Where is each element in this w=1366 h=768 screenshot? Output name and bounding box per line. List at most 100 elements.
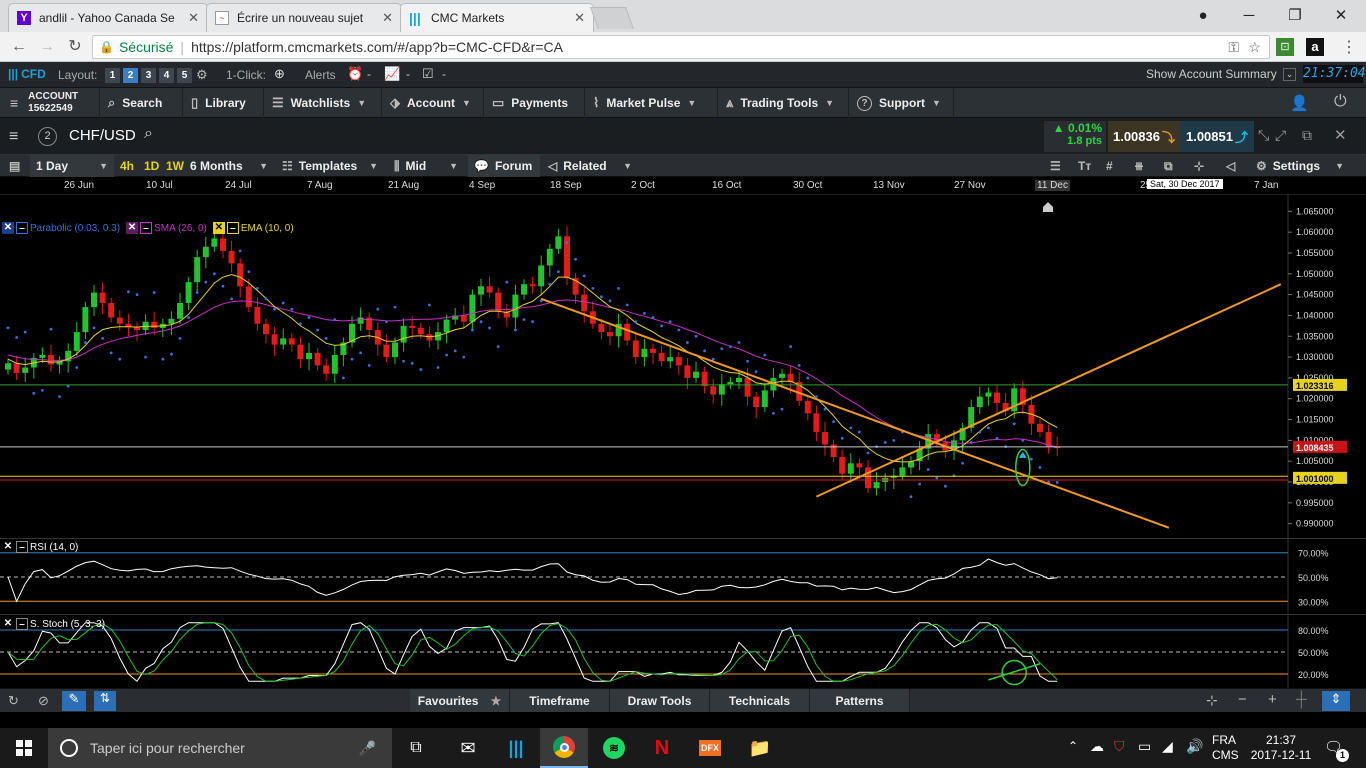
browser-tab-forum[interactable]: ~ Écrire un nouveau sujet ✕	[206, 3, 402, 32]
ema-toggle[interactable]: –	[226, 222, 239, 234]
gear-icon[interactable]: ⚙	[196, 67, 208, 83]
close-icon[interactable]: ✕	[1334, 126, 1347, 144]
sma-toggle[interactable]: –	[140, 222, 153, 234]
account-summary-toggle[interactable]: Show Account Summary ⌄	[1146, 64, 1297, 84]
minimize-button[interactable]: ─	[1226, 0, 1272, 30]
checkbox-dropdown[interactable]: -	[442, 67, 446, 81]
stochastic-chart-svg[interactable]: 80.00% 50.00% 20.00%	[0, 615, 1366, 689]
key-icon[interactable]: ⚿	[1228, 39, 1239, 56]
text-size-icon[interactable]: Tт	[1072, 155, 1097, 177]
windows-start-icon[interactable]	[0, 728, 48, 768]
remove-rsi-icon[interactable]: ✕	[2, 541, 14, 553]
price-chart-svg[interactable]: 1.065000 1.060000 1.055000 1.050000 1.045000…	[0, 195, 1366, 538]
zoom-in-icon[interactable]: +	[1268, 691, 1277, 708]
crosshair-grid-icon[interactable]: ⧻	[1128, 155, 1150, 177]
templates-select[interactable]: ☷ Templates ▼	[276, 155, 384, 177]
file-explorer-icon[interactable]: 📁	[736, 728, 784, 768]
stochastic-panel[interactable]: 80.00% 50.00% 20.00% ✕ – S. Stoch (5, 3, 3…	[0, 614, 1366, 689]
swap-icon[interactable]: ⇅	[94, 691, 116, 711]
layers-icon[interactable]: ⧉	[1158, 155, 1179, 177]
input-language[interactable]: FRA CMS	[1212, 733, 1239, 763]
chart-alert-dropdown[interactable]: -	[406, 67, 410, 81]
crosshair-icon[interactable]: ┼	[1296, 691, 1307, 708]
forward-button[interactable]: →	[36, 37, 58, 57]
link-icon[interactable]: ⤡	[1258, 127, 1269, 144]
sell-button[interactable]: 1.00836 ⤵	[1108, 121, 1180, 152]
microphone-icon[interactable]: 🎤	[359, 740, 376, 757]
menu-payments[interactable]: ▭ Payments	[484, 88, 585, 118]
price-chart-panel[interactable]: 1.065000 1.060000 1.055000 1.050000 1.045000…	[0, 195, 1366, 538]
browser-tab-yahoo[interactable]: Y andlil - Yahoo Canada Se ✕	[8, 3, 208, 32]
interval-4h[interactable]: 4h	[114, 155, 140, 177]
minimize-panel-icon[interactable]: ⤢	[1275, 127, 1286, 144]
period-select[interactable]: 1 Day ▼	[30, 155, 114, 177]
hamburger-icon[interactable]: ≡	[9, 128, 18, 146]
extension-icon[interactable]: ⊡	[1276, 38, 1294, 56]
chart-alert-icon[interactable]: 📈	[384, 66, 400, 82]
patterns-tab[interactable]: Patterns	[810, 689, 910, 713]
dfx-icon[interactable]: DFX	[686, 728, 734, 768]
rsi-toggle[interactable]: –	[16, 541, 28, 553]
mail-icon[interactable]: ✉	[444, 728, 492, 768]
crosshair-icon[interactable]: ⊹	[1188, 155, 1210, 177]
network-icon[interactable]: ◢	[1162, 738, 1173, 755]
browser-tab-cmc[interactable]: ||| CMC Markets ✕	[400, 3, 594, 32]
pencil-icon[interactable]: ✎	[62, 691, 86, 711]
chrome-icon[interactable]	[540, 728, 588, 768]
cloud-icon[interactable]: ☁	[1090, 738, 1104, 755]
remove-sma-icon[interactable]: ✕	[126, 222, 139, 234]
netflix-icon[interactable]: N	[638, 728, 686, 768]
taskbar-search-box[interactable]: Taper ici pour rechercher 🎤	[48, 728, 392, 768]
remove-stoch-icon[interactable]: ✕	[2, 618, 14, 630]
menu-support[interactable]: ? Support ▼	[849, 88, 954, 118]
range-select[interactable]: 6 Months ▼	[184, 155, 274, 177]
align-icon[interactable]: ☰	[1044, 155, 1067, 177]
layout-5-button[interactable]: 5	[177, 68, 192, 83]
security-icon[interactable]: ⛉	[1114, 738, 1125, 755]
close-window-button[interactable]: ✕	[1318, 0, 1364, 30]
oneclick-toggle-icon[interactable]: ⊕	[274, 66, 285, 82]
settings-select[interactable]: ⚙ Settings ▼	[1250, 155, 1350, 177]
alerts-label[interactable]: Alerts	[305, 68, 336, 82]
account-switcher[interactable]: ≡ ACCOUNT 15622549	[0, 88, 100, 118]
back-button[interactable]: ←	[8, 37, 30, 57]
price-type-select[interactable]: ⫼ Mid ▼	[388, 155, 464, 177]
block-icon[interactable]: ⊘	[38, 693, 49, 709]
rsi-panel[interactable]: 70.00% 50.00% 30.00% ✕ – RSI (14, 0)	[0, 538, 1366, 615]
remove-parabolic-icon[interactable]: ✕	[2, 222, 14, 234]
volume-icon[interactable]: 🔊	[1186, 738, 1203, 755]
product-symbol[interactable]: CHF/USD	[69, 127, 136, 144]
buy-button[interactable]: 1.00851 ⤴	[1180, 121, 1254, 152]
task-view-icon[interactable]: ⧉	[392, 728, 440, 768]
close-icon[interactable]: ✕	[188, 10, 199, 26]
new-tab-button[interactable]	[589, 7, 635, 29]
maximize-button[interactable]: ❐	[1272, 0, 1318, 30]
menu-dots-icon[interactable]: ⋮	[1340, 37, 1358, 57]
stoch-toggle[interactable]: –	[16, 618, 28, 630]
profile-icon[interactable]: ●	[1180, 0, 1226, 30]
tag-icon[interactable]: ◁	[1220, 155, 1241, 177]
refresh-icon[interactable]: ↻	[8, 693, 19, 709]
url-bar[interactable]: 🔒 Sécurisé | https://platform.cmcmarkets…	[92, 35, 1270, 59]
checkbox-icon[interactable]: ☑	[422, 66, 434, 82]
amazon-icon[interactable]: a	[1306, 38, 1324, 56]
taskbar-clock[interactable]: 21:37 2017-12-11	[1246, 733, 1316, 763]
grid-icon[interactable]: #	[1100, 155, 1119, 177]
menu-library[interactable]: ▯ Library	[183, 88, 264, 118]
related-select[interactable]: ◁ Related ▼	[542, 155, 638, 177]
menu-market-pulse[interactable]: ⌇ Market Pulse ▼	[585, 88, 718, 118]
search-icon[interactable]: ⌕	[144, 125, 153, 143]
zoom-out-icon[interactable]: −	[1238, 691, 1247, 708]
fit-icon[interactable]: ⊹	[1206, 692, 1218, 709]
menu-watchlists[interactable]: ☰ Watchlists ▼	[264, 88, 382, 118]
draw-tools-tab[interactable]: Draw Tools	[610, 689, 710, 713]
favourites-tab[interactable]: Favourites ★	[410, 689, 510, 713]
power-icon[interactable]: ⏻	[1334, 93, 1347, 111]
spotify-icon[interactable]: ≋	[590, 728, 638, 768]
close-icon[interactable]: ✕	[382, 10, 393, 26]
close-icon[interactable]: ✕	[574, 10, 585, 26]
alerts-dropdown[interactable]: -	[367, 67, 371, 81]
product-index-badge[interactable]: 2	[38, 127, 57, 146]
remove-ema-icon[interactable]: ✕	[212, 222, 225, 234]
timeframe-tab[interactable]: Timeframe	[510, 689, 610, 713]
